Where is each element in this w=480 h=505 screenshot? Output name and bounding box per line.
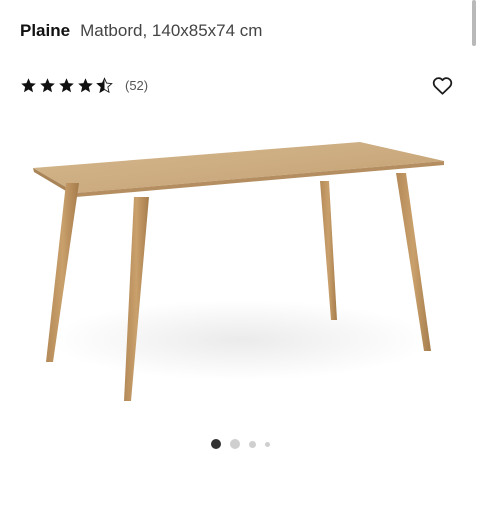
table-front-legs — [46, 183, 149, 401]
star-filled-icon — [78, 77, 93, 92]
rating[interactable]: (52) — [20, 75, 148, 95]
product-image[interactable] — [0, 115, 480, 430]
table-top — [33, 142, 444, 197]
product-name: Plaine — [20, 21, 71, 40]
star-filled-icon — [59, 77, 74, 92]
rating-stars — [20, 76, 113, 94]
heart-outline-icon — [432, 76, 452, 95]
favorite-button[interactable] — [430, 74, 454, 96]
review-count[interactable]: (52) — [125, 78, 148, 93]
carousel-dot-active[interactable] — [210, 439, 221, 449]
star-filled-icon — [21, 77, 36, 92]
product-title: Plaine Matbord, 140x85x74 cm — [20, 21, 262, 43]
star-half-icon — [96, 76, 113, 93]
carousel-indicators — [0, 437, 480, 451]
carousel-dot[interactable] — [264, 441, 270, 447]
star-filled-icon — [40, 77, 55, 92]
scrollbar[interactable] — [472, 0, 476, 46]
carousel-dot[interactable] — [229, 439, 240, 449]
product-description: Matbord, 140x85x74 cm — [80, 21, 263, 40]
carousel-dot[interactable] — [248, 440, 256, 448]
